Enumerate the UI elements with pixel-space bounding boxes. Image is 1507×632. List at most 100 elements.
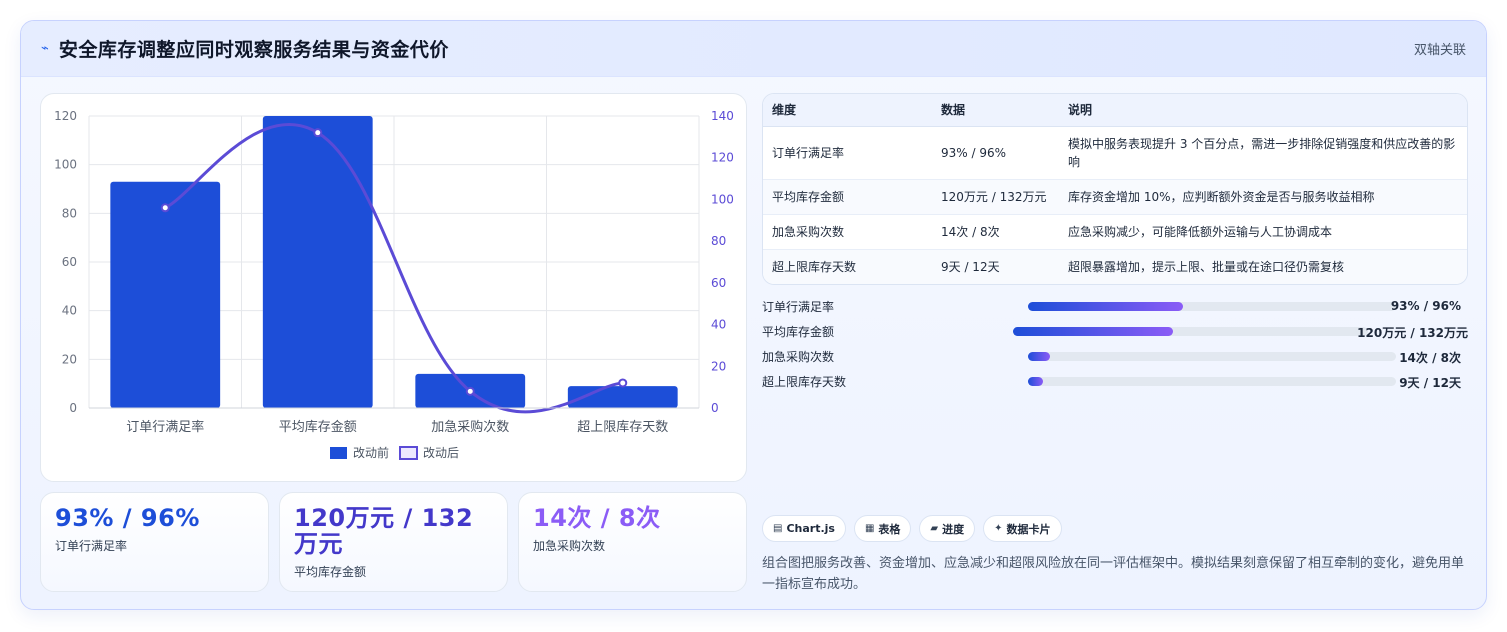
y-right-tick-label: 60 bbox=[711, 276, 726, 290]
x-tick-label: 订单行满足率 bbox=[126, 419, 204, 435]
progress-fill bbox=[1028, 302, 1183, 311]
y-right-tick-label: 140 bbox=[711, 109, 734, 123]
y-left-tick-label: 100 bbox=[54, 158, 77, 172]
progress-row: 超上限库存天数 9天 / 12天 bbox=[762, 369, 1468, 394]
x-tick-label: 加急采购次数 bbox=[431, 419, 509, 435]
stat-label: 平均库存金额 bbox=[294, 565, 367, 579]
table-cell: 平均库存金额 bbox=[763, 179, 932, 215]
table-header-row: 维度 数据 说明 bbox=[763, 94, 1467, 127]
progress-value: 14次 / 8次 bbox=[1399, 351, 1461, 365]
chip-chart[interactable]: ▤ Chart.js bbox=[762, 515, 846, 542]
progress-track bbox=[1013, 327, 1368, 336]
progress-row: 订单行满足率 93% / 96% bbox=[762, 294, 1468, 319]
line-point bbox=[313, 128, 323, 138]
y-right-tick-label: 40 bbox=[711, 318, 726, 332]
table-cell: 9天 / 12天 bbox=[941, 259, 1000, 274]
line-point bbox=[465, 386, 475, 396]
sparkle-icon: ✦ bbox=[994, 523, 1003, 534]
y-right-tick-label: 120 bbox=[711, 151, 734, 165]
chip-progress[interactable]: ▰ 进度 bbox=[919, 515, 976, 542]
chip-label: 表格 bbox=[878, 522, 901, 536]
table-row: 超上限库存天数 9天 / 12天 超限暴露增加，提示上限、批量或在途口径仍需复核 bbox=[763, 249, 1467, 284]
chip-label: Chart.js bbox=[786, 522, 835, 535]
chip-table[interactable]: ▦ 表格 bbox=[853, 515, 912, 542]
y-left-tick-label: 60 bbox=[62, 255, 77, 269]
bar bbox=[262, 116, 373, 408]
table-cell: 120万元 / 132万元 bbox=[932, 179, 1059, 215]
progress-value: 9天 / 12天 bbox=[1399, 376, 1461, 390]
table-header: 维度 bbox=[763, 94, 932, 127]
progress-value: 120万元 / 132万元 bbox=[1357, 326, 1468, 340]
line-point bbox=[160, 203, 170, 213]
y-left-tick-label: 80 bbox=[62, 206, 77, 220]
stat-value: 120万元 / 132万元 bbox=[294, 504, 474, 558]
progress-fill bbox=[1028, 377, 1043, 386]
y-right-tick-label: 100 bbox=[711, 192, 734, 206]
x-tick-label: 平均库存金额 bbox=[279, 419, 357, 435]
progress-track bbox=[1028, 377, 1396, 386]
legend-swatch-before bbox=[330, 447, 347, 459]
table-cell: 加急采购次数 bbox=[763, 214, 932, 250]
table-cell: 库存资金增加 10%，应判断额外资金是否与服务收益相称 bbox=[1059, 179, 1467, 215]
table-cell: 应急采购减少，可能降低额外运输与人工协调成本 bbox=[1059, 214, 1467, 250]
legend-swatch-after bbox=[399, 446, 418, 460]
table-cell: 超上限库存天数 bbox=[772, 259, 857, 274]
y-left-tick-label: 20 bbox=[62, 352, 77, 366]
dashboard-card: ⌁ 安全库存调整应同时观察服务结果与资金代价 双轴关联 0 20 40 60 80 100… bbox=[20, 20, 1487, 610]
progress-label: 平均库存金额 bbox=[762, 325, 835, 339]
x-tick-label: 超上限库存天数 bbox=[577, 419, 668, 435]
progress-track bbox=[1028, 352, 1396, 361]
progress-label: 加急采购次数 bbox=[762, 350, 835, 364]
page-title: 安全库存调整应同时观察服务结果与资金代价 bbox=[58, 39, 449, 61]
stat-card-rush-orders: 14次 / 8次 加急采购次数 bbox=[518, 492, 747, 592]
stat-label: 订单行满足率 bbox=[55, 539, 128, 553]
metrics-table: 维度 数据 说明 订单行满足率 93% / 96% 模拟中服务表现提升 3 个百… bbox=[762, 93, 1468, 285]
stat-label: 加急采购次数 bbox=[533, 539, 606, 553]
chip-label: 数据卡片 bbox=[1006, 522, 1051, 536]
table-header: 说明 bbox=[1059, 94, 1467, 127]
table-cell: 模拟中服务表现提升 3 个百分点，需进一步排除促销强度和供应改善的影响 bbox=[1059, 126, 1467, 180]
table-header: 数据 bbox=[932, 94, 1059, 127]
bar bbox=[110, 181, 221, 408]
y-left-tick-label: 0 bbox=[69, 401, 77, 415]
line-point bbox=[618, 378, 628, 388]
stat-card-inventory-amount: 120万元 / 132万元 平均库存金额 bbox=[279, 492, 508, 592]
progress-label: 超上限库存天数 bbox=[762, 375, 847, 389]
y-right-tick-label: 0 bbox=[711, 401, 719, 415]
y-right-tick-label: 20 bbox=[711, 359, 726, 373]
progress-fill bbox=[1028, 352, 1051, 361]
stat-card-fill-rate: 93% / 96% 订单行满足率 bbox=[40, 492, 269, 592]
feature-chips: ▤ Chart.js ▦ 表格 ▰ 进度 ✦ 数据卡片 bbox=[762, 515, 1062, 542]
bolt-icon: ⌁ bbox=[41, 41, 49, 56]
combo-chart: 0 20 40 60 80 100 120 0 20 40 60 80 100 120 140 订单行满足率 平… bbox=[54, 109, 734, 460]
stat-value: 93% / 96% bbox=[55, 504, 200, 532]
progress-row: 加急采购次数 14次 / 8次 bbox=[762, 344, 1468, 369]
y-left-tick-label: 120 bbox=[54, 109, 77, 123]
chip-sparkle[interactable]: ✦ 数据卡片 bbox=[983, 515, 1062, 542]
progress-fill bbox=[1013, 327, 1173, 336]
progress-value: 93% / 96% bbox=[1390, 299, 1461, 313]
card-header: ⌁ 安全库存调整应同时观察服务结果与资金代价 双轴关联 bbox=[21, 21, 1486, 77]
table-cell: 超限暴露增加，提示上限、批量或在途口径仍需复核 bbox=[1068, 259, 1345, 274]
chip-label: 进度 bbox=[942, 522, 965, 536]
table-icon: ▦ bbox=[864, 523, 875, 534]
progress-label: 订单行满足率 bbox=[762, 300, 835, 314]
progress-icon: ▰ bbox=[930, 523, 939, 534]
table-row: 平均库存金额 120万元 / 132万元 库存资金增加 10%，应判断额外资金是… bbox=[763, 179, 1467, 215]
progress-list: 订单行满足率 93% / 96% 平均库存金额 120万元 / 132万元加急采购次数… bbox=[762, 294, 1468, 394]
stat-value: 14次 / 8次 bbox=[533, 504, 661, 532]
chart-icon: ▤ bbox=[773, 523, 783, 534]
summary-text: 组合图把服务改善、资金增加、应急减少和超限风险放在同一评估框架中。模拟结果刻意保… bbox=[762, 556, 1465, 592]
y-right-tick-label: 80 bbox=[711, 234, 726, 248]
table-cell: 订单行满足率 bbox=[763, 126, 932, 180]
y-left-tick-label: 40 bbox=[62, 304, 77, 318]
legend-label-after: 改动后 bbox=[423, 446, 459, 460]
legend-label-before: 改动前 bbox=[353, 445, 389, 460]
progress-track bbox=[1028, 302, 1396, 311]
table-row: 加急采购次数 14次 / 8次 应急采购减少，可能降低额外运输与人工协调成本 bbox=[763, 214, 1467, 250]
combo-chart-panel: 0 20 40 60 80 100 120 0 20 40 60 80 100 120 140 订单行满足率 平… bbox=[40, 93, 747, 482]
table-row: 订单行满足率 93% / 96% 模拟中服务表现提升 3 个百分点，需进一步排除… bbox=[763, 126, 1467, 180]
table-cell: 14次 / 8次 bbox=[932, 214, 1059, 250]
table-cell: 93% / 96% bbox=[932, 126, 1059, 180]
progress-row: 平均库存金额 120万元 / 132万元 bbox=[762, 319, 1468, 344]
